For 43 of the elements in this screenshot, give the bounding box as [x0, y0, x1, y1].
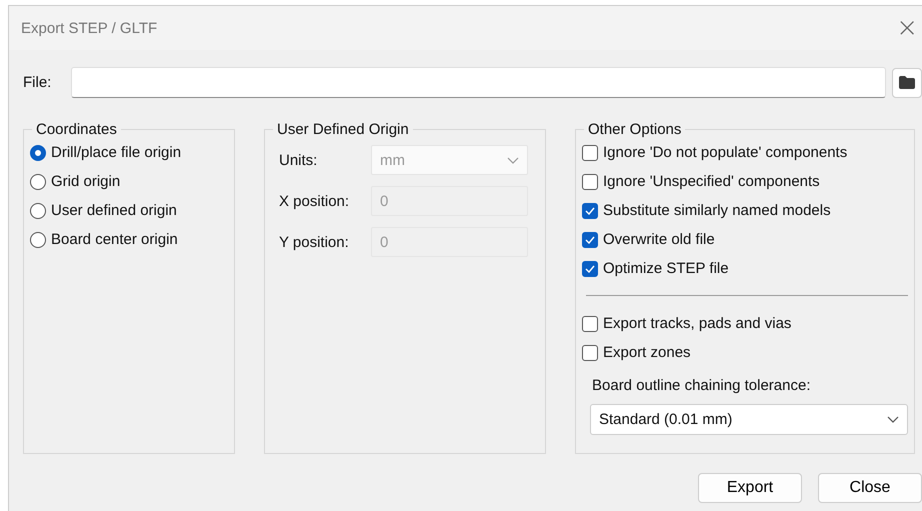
chevron-down-icon [887, 416, 899, 423]
field-label: X position: [278, 192, 350, 210]
option-label: Export tracks, pads and vias [603, 315, 792, 332]
option-label: Grid origin [51, 173, 120, 190]
checkbox[interactable] [582, 344, 598, 360]
checkmark-icon [585, 236, 595, 244]
option-label: Ignore 'Unspecified' components [603, 173, 820, 190]
checkbox[interactable] [582, 202, 598, 218]
tolerance-label: Board outline chaining tolerance: [592, 377, 812, 394]
checkbox[interactable] [582, 174, 598, 190]
folder-icon [899, 76, 915, 89]
radio-button[interactable] [30, 232, 46, 248]
option-label: Drill/place file origin [51, 144, 182, 161]
option-label: Optimize STEP file [603, 260, 729, 277]
checkbox[interactable] [582, 316, 598, 332]
window-title: Export STEP / GLTF [21, 20, 158, 36]
field-label: Units: [278, 152, 318, 168]
radio-button[interactable] [30, 174, 46, 190]
chevron-down-icon [507, 156, 519, 164]
option-label: Overwrite old file [603, 231, 715, 248]
checkmark-icon [585, 206, 595, 214]
option-label: Ignore 'Do not populate' components [603, 144, 848, 161]
dialog-button[interactable]: Close [818, 473, 922, 503]
dialog-button[interactable]: Export [698, 473, 802, 503]
file-label: File: [23, 74, 52, 91]
checkbox[interactable] [582, 144, 598, 160]
file-field[interactable] [71, 67, 886, 98]
radio-button[interactable] [30, 202, 46, 218]
checkmark-icon [585, 264, 595, 272]
checkbox[interactable] [582, 260, 598, 276]
option-label: User defined origin [51, 202, 177, 219]
group-title: Coordinates [35, 121, 118, 138]
field-label: Y position: [278, 234, 350, 250]
browse-button[interactable] [892, 68, 922, 98]
group-title: User Defined Origin [276, 121, 410, 138]
radio-button[interactable] [30, 144, 46, 160]
checkbox[interactable] [582, 232, 598, 248]
option-label: Substitute similarly named models [603, 202, 831, 219]
close-button[interactable]: × [896, 13, 922, 43]
option-label: Board center origin [51, 231, 178, 248]
tolerance-dropdown[interactable]: Standard (0.01 mm) [590, 404, 908, 435]
option-label: Export zones [603, 344, 691, 361]
group-title: Other Options [587, 121, 682, 138]
